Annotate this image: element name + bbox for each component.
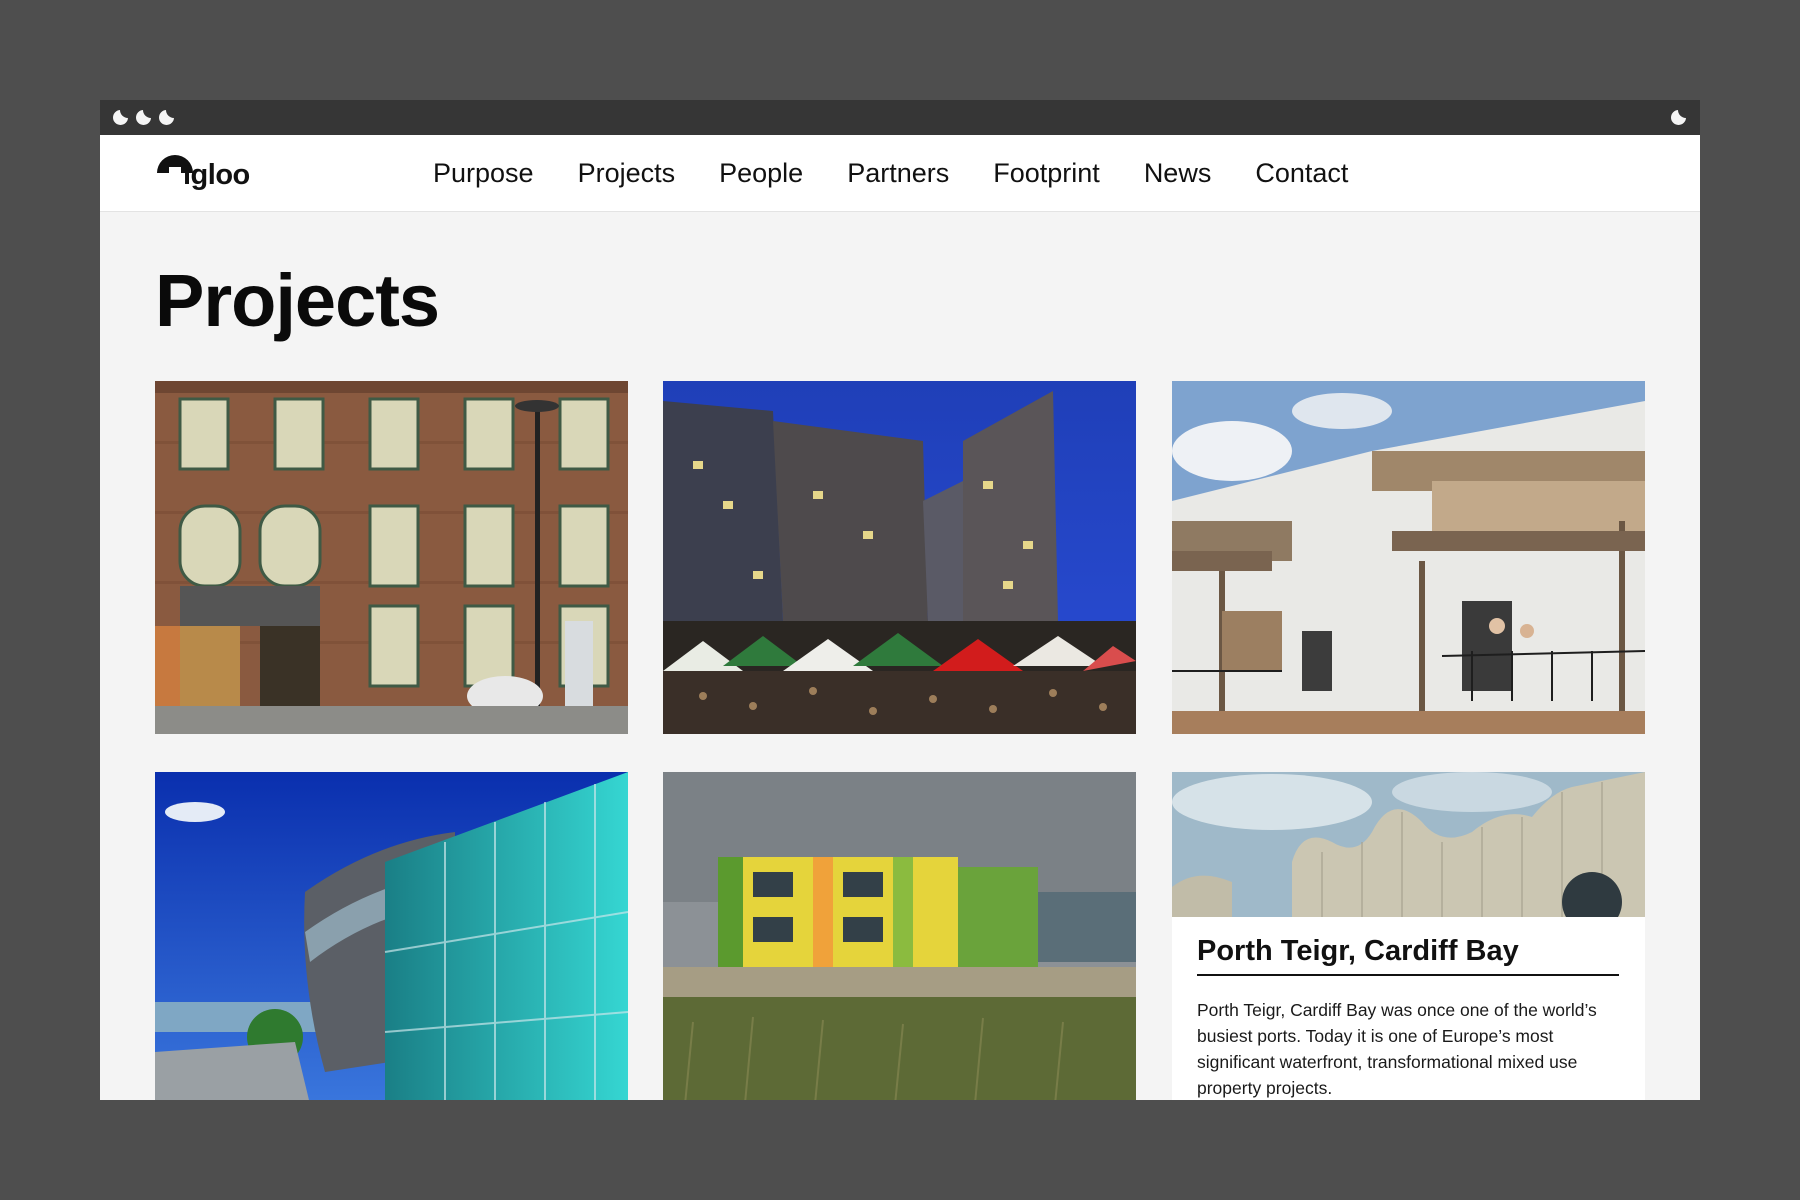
nav-item-news[interactable]: News (1144, 158, 1212, 189)
nav-item-footprint[interactable]: Footprint (993, 158, 1100, 189)
igloo-logo[interactable]: igloo (155, 145, 265, 201)
brick-warehouse-photo (155, 381, 628, 734)
project-card-1[interactable] (155, 381, 628, 734)
glass-curved-building-photo (155, 772, 628, 1100)
window-minimize-icon[interactable] (136, 110, 151, 125)
project-title[interactable]: Porth Teigr, Cardiff Bay (1197, 935, 1619, 976)
window-zoom-icon[interactable] (159, 110, 174, 125)
white-townhouses-photo (1172, 381, 1645, 734)
project-card-3[interactable] (1172, 381, 1645, 734)
nav-item-people[interactable]: People (719, 158, 803, 189)
site-header: igloo Purpose Projects People Partners F… (100, 135, 1700, 212)
wavy-timber-facade-photo (1172, 772, 1645, 917)
project-card-4[interactable] (155, 772, 628, 1100)
project-card-5[interactable] (663, 772, 1136, 1100)
page-title: Projects (155, 259, 440, 342)
main-nav: Purpose Projects People Partners Footpri… (433, 135, 1392, 211)
browser-window: igloo Purpose Projects People Partners F… (100, 100, 1700, 1100)
nav-item-partners[interactable]: Partners (847, 158, 949, 189)
project-description: Porth Teigr, Cardiff Bay was once one of… (1197, 1000, 1597, 1098)
project-info-panel: Porth Teigr, Cardiff Bay Porth Teigr, Ca… (1172, 917, 1645, 1100)
project-card-6[interactable]: Porth Teigr, Cardiff Bay Porth Teigr, Ca… (1172, 772, 1645, 1100)
nav-item-contact[interactable]: Contact (1255, 158, 1348, 189)
window-menu-icon[interactable] (1671, 110, 1686, 125)
logo-text: igloo (183, 159, 250, 191)
colorful-school-photo (663, 772, 1136, 1100)
project-card-2[interactable] (663, 381, 1136, 734)
window-titlebar (100, 100, 1700, 135)
nav-item-projects[interactable]: Projects (578, 158, 676, 189)
night-market-photo (663, 381, 1136, 734)
window-close-icon[interactable] (113, 110, 128, 125)
nav-item-purpose[interactable]: Purpose (433, 158, 534, 189)
